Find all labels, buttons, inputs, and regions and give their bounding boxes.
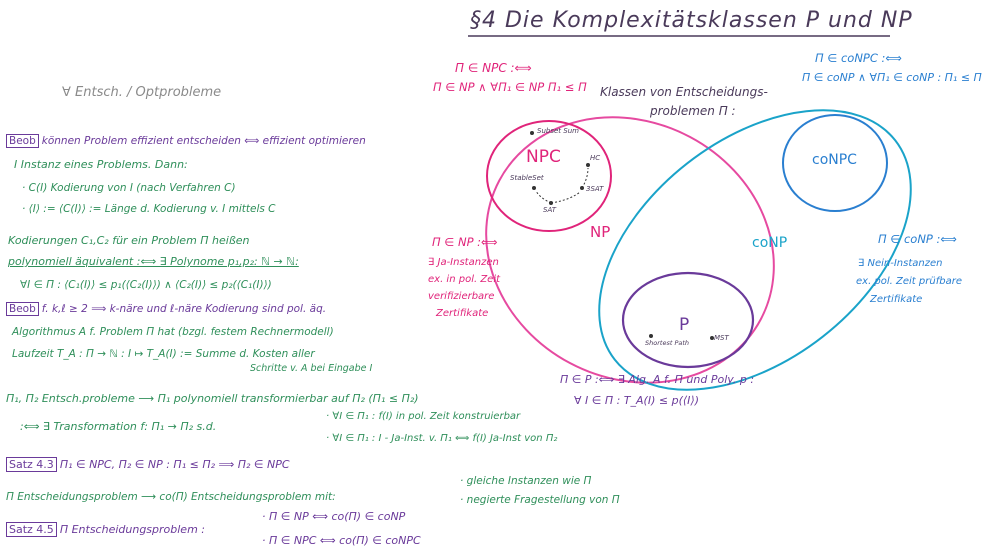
conp-definition-2: ∃ Nein-Instanzen xyxy=(858,258,943,269)
co-line-2: · gleiche Instanzen wie Π xyxy=(460,475,592,487)
np-definition-1: Π ∈ NP :⟺ xyxy=(432,235,498,249)
conpc-definition-2: Π ∈ coNP ∧ ∀Π₁ ∈ coNP : Π₁ ≤ Π xyxy=(802,71,982,84)
satz-4-5: Satz 4.5 Π Entscheidungsproblem : xyxy=(6,522,205,537)
hc-label: HC xyxy=(590,154,601,162)
page-subtitle: ∀ Entsch. / Optprobleme xyxy=(62,85,222,100)
kodierungen-line-3: ∀I ∈ Π : ⟨C₁(I)⟩ ≤ p₁(⟨C₂(I)⟩) ∧ ⟨C₂(I)⟩… xyxy=(20,279,272,291)
p-definition-1: Π ∈ P :⟺ ∃ Alg. A f. Π und Poly. p : xyxy=(560,373,755,386)
satz-4-5-tag: Satz 4.5 xyxy=(6,522,57,537)
beob-2-text: f. k,ℓ ≥ 2 ⟹ k-näre und ℓ-näre Kodierung… xyxy=(41,303,327,315)
sat-label: SAT xyxy=(543,206,556,214)
classes-heading-1: Klassen von Entscheidungs- xyxy=(600,85,768,99)
kodierungen-line-2: polynomiell äquivalent :⟺ ∃ Polynome p₁,… xyxy=(8,255,299,268)
shortest-path-label: Shortest Path xyxy=(645,339,690,347)
satz-4-5-a: · Π ∈ NP ⟺ co(Π) ∈ coNP xyxy=(262,510,406,523)
instanz-line: I Instanz eines Problems. Dann: xyxy=(14,158,188,171)
stableset-label: StableSet xyxy=(510,174,544,182)
np-label: NP xyxy=(590,223,611,241)
subsetsum-label: Subset Sum xyxy=(537,127,579,135)
conp-definition-1: Π ∈ coNP :⟺ xyxy=(878,232,957,246)
conp-definition-3: ex. pol. Zeit prüfbare xyxy=(856,276,962,287)
mst-label: MST xyxy=(714,334,729,342)
shortest-path-dot xyxy=(649,334,653,338)
algo-line-1: Algorithmus A f. Problem Π hat (bzgl. fe… xyxy=(12,326,334,338)
page-title: §4 Die Komplexitätsklassen P und NP xyxy=(470,8,913,33)
kodierung-bullet: · C(I) Kodierung von I (nach Verfahren C… xyxy=(22,182,236,194)
satz-4-3-text: Π₁ ∈ NPC, Π₂ ∈ NP : Π₁ ≤ Π₂ ⟹ Π₂ ∈ NPC xyxy=(59,458,290,471)
algo-line-2: Laufzeit T_A : Π → ℕ : I ↦ T_A(I) := Sum… xyxy=(12,348,315,360)
transform-line-1: Π₁, Π₂ Entsch.probleme ⟶ Π₁ polynomiell … xyxy=(6,392,419,405)
np-definition-3: ex. in pol. Zeit xyxy=(428,274,501,285)
transform-line-4: · ∀I ∈ Π₁ : I - Ja-Inst. v. Π₁ ⟺ f(I) Ja… xyxy=(326,433,558,444)
satz-4-5-b: · Π ∈ NPC ⟺ co(Π) ∈ coNPC xyxy=(262,534,421,547)
algo-line-3: Schritte v. A bei Eingabe I xyxy=(250,363,373,374)
conp-definition-4: Zertifikate xyxy=(870,294,923,305)
subsetsum-dot xyxy=(530,131,534,135)
classes-heading-2: problemen Π : xyxy=(650,104,736,118)
np-definition-2: ∃ Ja-Instanzen xyxy=(428,257,499,268)
beob-2: Beob f. k,ℓ ≥ 2 ⟹ k-näre und ℓ-näre Kodie… xyxy=(6,302,327,316)
satz-4-3: Satz 4.3 Π₁ ∈ NPC, Π₂ ∈ NP : Π₁ ≤ Π₂ ⟹ Π₂… xyxy=(6,457,290,472)
co-line-1: Π Entscheidungsproblem ⟶ co(Π) Entscheid… xyxy=(6,491,336,503)
beob-1: Beob können Problem effizient entscheiden… xyxy=(6,134,366,148)
laenge-bullet: · ⟨I⟩ := ⟨C(I)⟩ := Länge d. Kodierung v.… xyxy=(22,203,276,215)
conpc-definition-1: Π ∈ coNPC :⟺ xyxy=(815,51,902,65)
np-definition-5: Zertifikate xyxy=(436,308,489,319)
hc-dot xyxy=(586,163,590,167)
satz-4-5-text: Π Entscheidungsproblem : xyxy=(59,523,205,536)
beob-1-text: können Problem effizient entscheiden ⟺ e… xyxy=(41,135,366,147)
transform-line-3: · ∀I ∈ Π₁ : f(I) in pol. Zeit konstruier… xyxy=(326,411,521,422)
p-label: P xyxy=(679,315,690,335)
satz-4-3-tag: Satz 4.3 xyxy=(6,457,57,472)
co-line-3: · negierte Fragestellung von Π xyxy=(460,494,620,506)
npc-label: NPC xyxy=(526,147,561,167)
transform-line-2: :⟺ ∃ Transformation f: Π₁ → Π₂ s.d. xyxy=(20,420,217,433)
npc-definition-2: Π ∈ NP ∧ ∀Π₁ ∈ NP Π₁ ≤ Π xyxy=(433,80,587,94)
beob-1-tag: Beob xyxy=(6,134,39,148)
conpc-label: coNPC xyxy=(812,152,857,168)
p-definition-2: ∀ I ∈ Π : T_A(I) ≤ p(⟨I⟩) xyxy=(574,394,699,407)
threesat-label: 3SAT xyxy=(586,185,604,193)
stableset-dot xyxy=(532,186,536,190)
np-definition-4: verifizierbare xyxy=(428,291,495,302)
kodierungen-line-1: Kodierungen C₁,C₂ für ein Problem Π heiß… xyxy=(8,234,250,247)
conp-label: coNP xyxy=(752,235,788,251)
npc-set-boundary xyxy=(486,120,612,232)
npc-definition-1: Π ∈ NPC :⟺ xyxy=(455,61,532,75)
beob-2-tag: Beob xyxy=(6,302,39,316)
